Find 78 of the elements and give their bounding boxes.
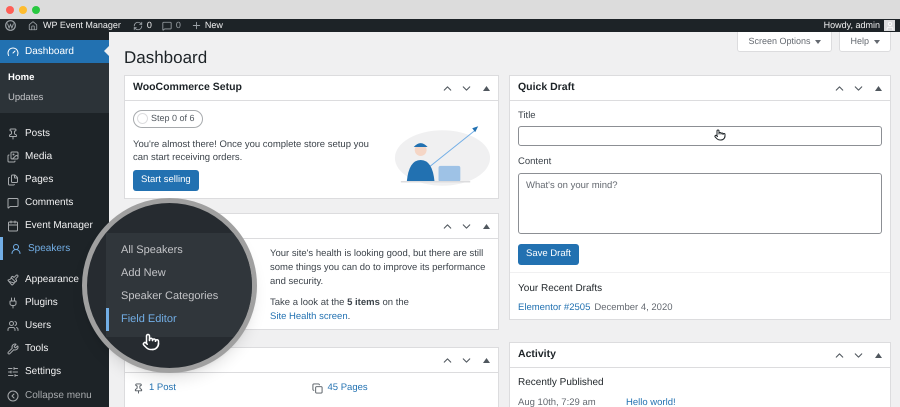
sidebar-item[interactable]: Speakers [0,237,70,260]
step-pill: Step 0 of 6 [133,110,203,128]
content-label: Content [518,155,552,170]
caret-icon [874,40,880,44]
recent-drafts-heading: Your Recent Drafts [518,282,604,296]
calendar-icon [7,220,19,232]
sidebar-item[interactable]: Comments [0,191,74,214]
save-draft-button[interactable]: Save Draft [518,244,579,265]
glance-link[interactable]: 45 Pages [328,381,368,396]
flyout-item[interactable]: All Speakers [106,239,252,262]
health-note: Take a look at the 5 items on the Site Health screen. [270,296,410,324]
panel-title: Activity [518,347,556,362]
media-icon [7,150,19,162]
wrench-icon [7,342,19,354]
collapse-icon[interactable] [483,224,490,228]
plug-icon [7,296,19,308]
pointer-cursor-icon [142,333,160,351]
collapse-icon[interactable] [483,86,490,90]
draft-date: December 4, 2020 [594,300,673,315]
sidebar-item[interactable]: Tools [0,337,48,360]
start-selling-button[interactable]: Start selling [133,170,199,191]
caret-icon [815,40,822,44]
flyout-item[interactable]: Speaker Categories [106,285,252,308]
collapse-menu[interactable]: Collapse menu [0,384,99,407]
users-icon [7,320,19,332]
pointer-cursor-icon [714,129,726,142]
sidebar-item[interactable]: Settings [0,360,62,383]
sidebar-item[interactable]: Event Manager [0,214,93,237]
updates-count[interactable]: 0 [146,18,152,32]
sidebar-item[interactable]: Users [0,314,52,337]
collapse-icon [7,390,19,402]
dashboard-icon [7,46,19,58]
sidebar-item[interactable]: Pages [0,168,54,191]
settings-icon [7,366,19,378]
pages-icon [7,174,19,186]
post-link[interactable]: Hello world! [626,396,676,407]
page-title: Dashboard [124,47,208,69]
title-input[interactable] [518,126,882,146]
pages-icon [312,382,322,394]
post-date: Aug 10th, 7:29 am [518,396,597,407]
setup-text: You're almost there! Once you complete store setup you can start receiving orders. [133,138,370,164]
pin-icon [7,128,19,140]
logo-icon[interactable] [5,20,16,31]
header-tab[interactable]: Help [839,32,891,52]
glance-link[interactable]: 1 Post [149,381,176,396]
panel-title: WooCommerce Setup [133,80,242,96]
greeting-link[interactable]: Howdy, admin [824,18,880,32]
health-text: Your site's health is looking good, but there are still some things you can do to improve its performance and security. [270,247,486,289]
title-label: Title [518,109,537,123]
collapse-icon[interactable] [875,352,882,358]
plus-icon[interactable] [190,20,202,31]
submenu-item[interactable]: Home [0,68,109,88]
new-link[interactable]: New [204,18,223,32]
collapse-icon[interactable] [483,358,490,362]
brush-icon [7,274,19,286]
collapse-icon[interactable] [875,86,882,90]
header-tab[interactable]: Screen Options [737,32,832,52]
sidebar-item[interactable]: Plugins [0,291,58,314]
flyout-item[interactable]: Add New [106,262,252,285]
sidebar-item[interactable]: Media [0,145,52,168]
recently-published-heading: Recently Published [518,376,605,390]
content-field[interactable]: What's on your mind? [518,172,882,234]
sidebar-item[interactable]: Posts [0,122,50,145]
flyout-item[interactable]: Field Editor [106,308,252,331]
comments-count[interactable]: 0 [176,18,181,32]
sidebar-item[interactable]: Dashboard [0,40,109,63]
draft-link[interactable]: Elementor #2505 [518,300,590,315]
site-link[interactable]: WP Event Manager [43,18,121,32]
pin-icon [133,382,144,394]
site-health-link[interactable]: Site Health screen [270,311,348,322]
updates-icon[interactable] [132,20,143,30]
person-icon [10,242,22,254]
home-icon[interactable] [28,20,38,30]
comment-icon [7,196,19,208]
panel-title: Quick Draft [518,80,575,96]
sidebar-item[interactable]: Appearance [0,268,79,291]
submenu-item[interactable]: Updates [0,88,109,108]
comment-icon[interactable] [162,20,172,30]
